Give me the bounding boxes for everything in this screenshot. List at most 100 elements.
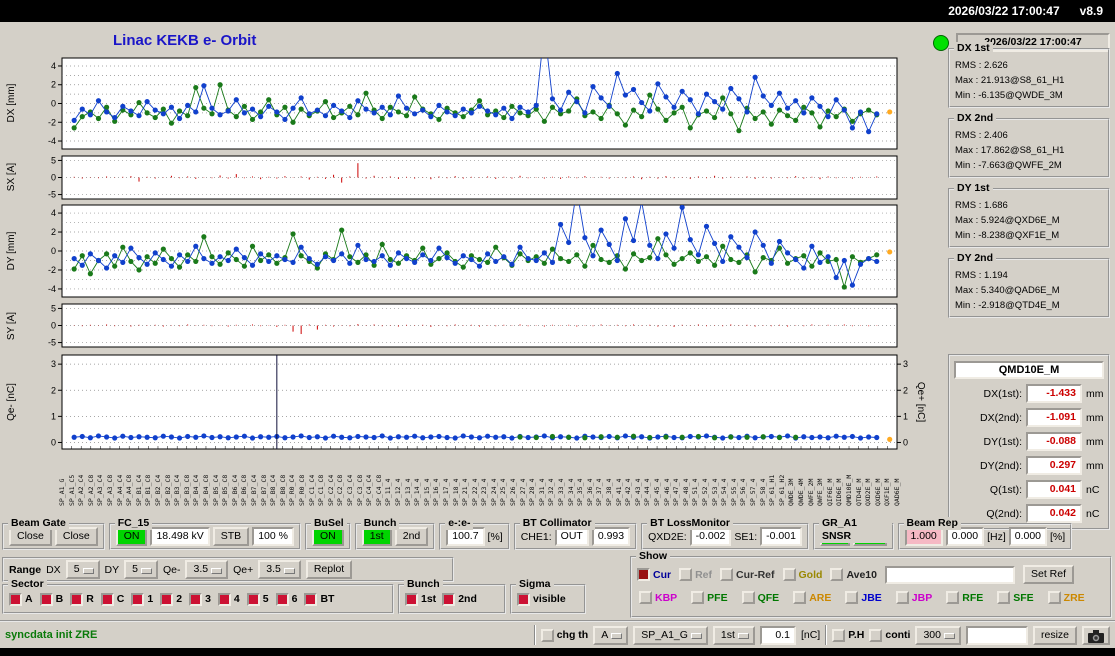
- svg-text:2: 2: [51, 227, 56, 237]
- separator: [825, 625, 828, 645]
- sector-1-checkbox[interactable]: 1: [131, 592, 154, 606]
- dy-axis-label: DY [mm]: [6, 231, 17, 271]
- beam-rep-group: Beam Rep 1.000 0.000 [Hz] 0.000 [%]: [897, 517, 1073, 550]
- svg-text:2: 2: [51, 385, 56, 395]
- show-cur-ref-checkbox[interactable]: Cur-Ref: [720, 568, 775, 581]
- sector-r-checkbox[interactable]: R: [70, 592, 94, 606]
- checkbox-box: [895, 591, 909, 604]
- monitor-row-label: DY(2nd):: [979, 459, 1022, 472]
- bunch-group: Bunch 1st 2nd: [354, 517, 436, 550]
- show-ref-checkbox[interactable]: Ref: [679, 568, 712, 581]
- conti-checkbox[interactable]: conti: [869, 628, 910, 642]
- interval-select[interactable]: 300: [915, 625, 961, 645]
- ph-checkbox[interactable]: P.H: [832, 628, 864, 642]
- bpm-name-label: SP_25_4: [499, 478, 508, 506]
- bpm-name-label: SP_C2_C4: [326, 474, 335, 506]
- bpm-name-label: SP_A1_G: [58, 478, 66, 506]
- sigma-visible-checkbox[interactable]: visible: [517, 592, 566, 606]
- bpm-name-label: QWDE_4M: [797, 478, 806, 506]
- ref-file-input[interactable]: [885, 565, 1015, 584]
- resize-button[interactable]: resize: [1032, 625, 1077, 645]
- bunch-1st-checkbox[interactable]: 1st: [405, 592, 436, 606]
- plot-dy: 4 2 0 -2 -4: [48, 204, 898, 298]
- sector-6-checkbox[interactable]: 6: [275, 592, 297, 606]
- range-qem-select[interactable]: 3.5: [185, 560, 229, 579]
- bpm-name-label: QIF6E_M: [825, 478, 834, 506]
- sigma-group: Sigma visible: [510, 578, 586, 614]
- blank-input[interactable]: [965, 625, 1028, 645]
- checkbox-label: Ave10: [846, 568, 877, 581]
- chg-th-checkbox[interactable]: chg th: [540, 628, 588, 642]
- checkbox-box: [405, 592, 418, 606]
- bpm-name-axis: SP_A1_G SP_A1_C5 SP_A2_C4 SP_A2_C8 SP_A3_C4 S…: [0, 452, 940, 506]
- show-row-1: Cur Ref Cur-Ref Gold Ave10 Set Ref: [637, 565, 1105, 584]
- fc15-stb-button[interactable]: STB: [212, 527, 250, 546]
- range-dx-select[interactable]: 5: [65, 560, 100, 579]
- sector-2-checkbox[interactable]: 2: [160, 592, 182, 606]
- bunch-select[interactable]: 1st: [712, 625, 755, 645]
- threshold-input[interactable]: 0.1: [759, 625, 796, 645]
- app-window: 2026/03/22 17:00:47 v8.9 Linac KEKB e- O…: [0, 0, 1115, 656]
- bpm-select[interactable]: SP_A1_G: [633, 625, 708, 645]
- range-dy-select[interactable]: 5: [124, 560, 158, 579]
- svg-text:-5: -5: [48, 338, 56, 348]
- sector-5-checkbox[interactable]: 5: [246, 592, 269, 606]
- bpm-name-label: SP_57_4: [749, 478, 758, 506]
- status-bar: syncdata init ZRE chg th A SP_A1_G 1st 0…: [0, 620, 1115, 648]
- show-zre-checkbox[interactable]: ZRE: [1047, 591, 1085, 604]
- checkbox-label: 4: [233, 593, 240, 605]
- bunch-2nd-checkbox[interactable]: 2nd: [442, 592, 477, 606]
- sector-3-checkbox[interactable]: 3: [189, 592, 211, 606]
- range-dx-label: DX: [46, 563, 61, 576]
- sector-bt-checkbox[interactable]: BT: [304, 592, 334, 606]
- screenshot-button[interactable]: [1082, 625, 1110, 645]
- bpm-name-label: SP_C1_C4: [307, 474, 316, 506]
- che1-label: CHE1:: [520, 530, 552, 543]
- show-gold-checkbox[interactable]: Gold: [782, 568, 822, 581]
- checkbox-box: [741, 591, 755, 604]
- show-jbe-checkbox[interactable]: JBE: [845, 591, 882, 604]
- bpm-name-label: QTD4E_M: [854, 478, 863, 506]
- show-pfe-checkbox[interactable]: PFE: [691, 591, 728, 604]
- monitor-row-value: 0.297: [1026, 456, 1082, 475]
- sector-b-checkbox[interactable]: B: [39, 592, 63, 606]
- show-cur-checkbox[interactable]: Cur: [637, 568, 671, 581]
- bt-lossmonitor-title: BT LossMonitor: [647, 517, 734, 530]
- nc-unit-label: [nC]: [800, 629, 821, 641]
- monitor-rows: DX(1st): -1.433 mm DX(2nd): -1.091 mm DY(1st):…: [954, 384, 1104, 523]
- sector-4-checkbox[interactable]: 4: [217, 592, 240, 606]
- stat-min: Min : -8.238@QXF1E_M: [955, 230, 1060, 241]
- svg-text:-5: -5: [48, 190, 56, 200]
- sector-c-checkbox[interactable]: C: [100, 592, 124, 606]
- bpm-name-label: SP_B1_C4: [134, 474, 143, 506]
- show-jbp-checkbox[interactable]: JBP: [895, 591, 932, 604]
- show-qfe-checkbox[interactable]: QFE: [741, 591, 779, 604]
- plot-qe: 3 2 1 0 3 2 1 0: [51, 354, 908, 450]
- sector-a-checkbox[interactable]: A: [9, 592, 33, 606]
- range-qep-select[interactable]: 3.5: [258, 560, 301, 579]
- checkbox-box: [70, 592, 84, 606]
- bt-lossmonitor-group: BT LossMonitor QXD2E: -0.002 SE1: -0.001: [641, 517, 809, 550]
- bunch-2nd-button[interactable]: 2nd: [394, 527, 429, 546]
- monitor-row-value: -1.433: [1026, 384, 1082, 403]
- show-are-checkbox[interactable]: ARE: [793, 591, 831, 604]
- bpm-name-label: SP_B5_C8: [221, 474, 230, 506]
- replot-button[interactable]: Replot: [305, 560, 353, 579]
- bpm-name-label: SP_A1_C5: [67, 474, 76, 506]
- bpm-name-label: SP_41_4: [614, 478, 623, 506]
- bpm-name-label: SP_26_4: [509, 478, 518, 506]
- set-ref-button[interactable]: Set Ref: [1023, 565, 1075, 584]
- sector-select[interactable]: A: [593, 625, 629, 645]
- checkbox-box: [275, 592, 289, 606]
- show-sfe-checkbox[interactable]: SFE: [997, 591, 1034, 604]
- checkbox-label: 1: [147, 593, 154, 605]
- show-kbp-checkbox[interactable]: KBP: [639, 591, 677, 604]
- bt-collimator-title: BT Collimator: [519, 517, 595, 530]
- bpm-name-label: SP_24_4: [489, 478, 498, 506]
- show-ave10-checkbox[interactable]: Ave10: [830, 568, 877, 581]
- beam-gate-group: Beam Gate Close Close: [2, 517, 105, 550]
- checkbox-box: [720, 568, 734, 581]
- stat-group: DY 1st RMS : 1.686 Max : 5.924@QXD6E_M Min …: [948, 182, 1110, 248]
- beam-gate-title: Beam Gate: [8, 517, 69, 530]
- show-rfe-checkbox[interactable]: RFE: [946, 591, 983, 604]
